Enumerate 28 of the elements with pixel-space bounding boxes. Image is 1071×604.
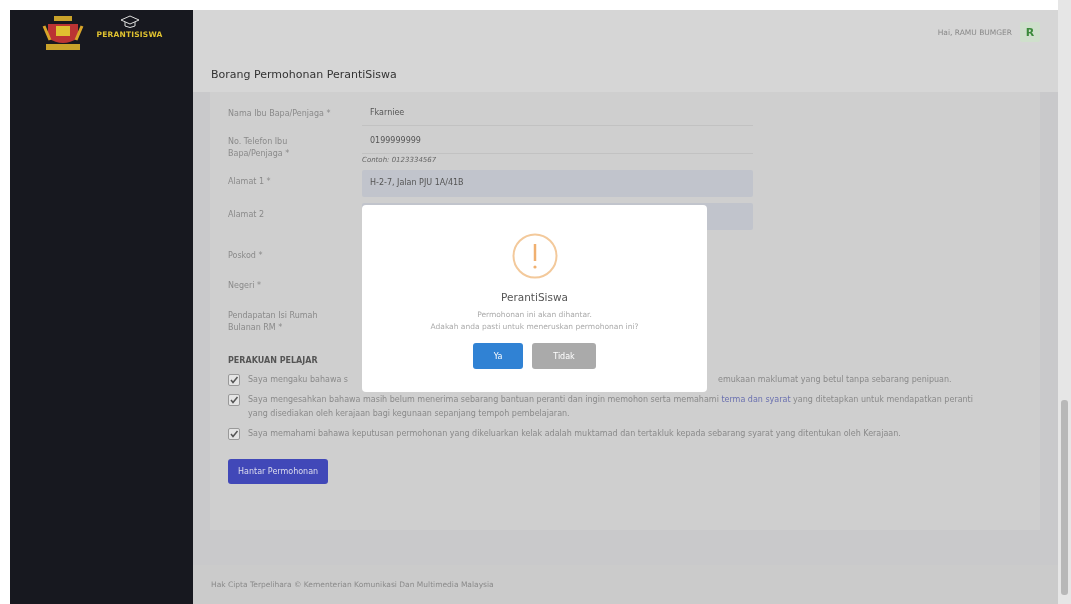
graduation-cap-icon: [119, 14, 140, 30]
text-field[interactable]: Fkarniee: [362, 100, 753, 126]
section-title: PERAKUAN PELAJAR: [228, 356, 319, 365]
text-field[interactable]: H-2-7, Jalan PJU 1A/41B: [362, 170, 753, 197]
field-label: Alamat 1 *: [228, 176, 272, 188]
checkbox[interactable]: [228, 374, 240, 386]
checkbox[interactable]: [228, 394, 240, 406]
field-label: Nama Ibu Bapa/Penjaga *: [228, 108, 332, 120]
page-title: Borang Permohonan PerantiSiswa: [211, 68, 398, 81]
declaration-text: Saya mengesahkan bahawa masih belum menerima sebarang bantuan peranti dan ingin memohon serta memahami terma dan syarat yang ditetapkan untuk mendapatkan peranti yang disediakan oleh kerajaan bagi kegunaan sepanjang tempoh pembelajaran.: [248, 394, 974, 420]
declaration-text: emukaan maklumat yang betul tanpa sebarang penipuan.: [718, 374, 952, 386]
user-avatar[interactable]: R: [1020, 22, 1040, 42]
text-field[interactable]: 0199999999: [362, 128, 753, 154]
checkbox[interactable]: [228, 428, 240, 440]
terms-link[interactable]: terma dan syarat: [721, 395, 791, 404]
checkmark-icon: [229, 429, 239, 439]
field-label: Negeri *: [228, 280, 262, 292]
field-label: Poskod *: [228, 250, 264, 262]
warning-icon: [511, 233, 558, 279]
no-button[interactable]: Tidak: [532, 343, 596, 369]
field-label: Pendapatan Isi Rumah Bulanan RM *: [228, 310, 319, 334]
field-label: Alamat 2: [228, 209, 266, 221]
submit-button[interactable]: Hantar Permohonan: [228, 459, 329, 484]
declaration-text: Saya memahami bahawa keputusan permohonan yang dikeluarkan kelak adalah muktamad dan tertakluk kepada sebarang syarat yang ditentukan oleh Kerajaan.: [248, 428, 901, 440]
field-label: No. Telefon Ibu Bapa/Penjaga *: [228, 136, 291, 160]
yes-button[interactable]: Ya: [473, 343, 523, 369]
dialog-title: PerantiSiswa: [501, 291, 568, 303]
scrollbar[interactable]: [1058, 0, 1071, 604]
